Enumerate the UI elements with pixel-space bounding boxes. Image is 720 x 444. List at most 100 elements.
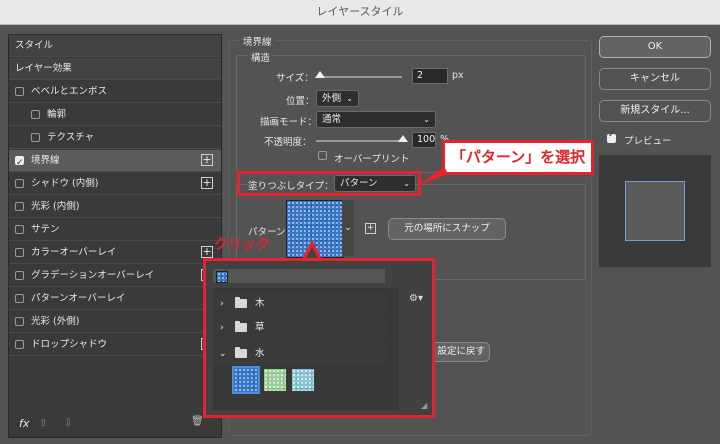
size-input[interactable]: 2 — [412, 68, 448, 84]
fx-button[interactable]: fx — [19, 417, 29, 430]
new-preset-icon[interactable]: + — [365, 223, 376, 234]
ok-button[interactable]: OK — [599, 36, 711, 58]
pattern-swatch-water-3[interactable] — [292, 369, 314, 391]
preview-square — [625, 181, 685, 241]
effect-row[interactable]: ドロップシャドウ+ — [9, 334, 221, 356]
size-unit: px — [452, 70, 464, 81]
chevron-down-icon: ⌄ — [346, 94, 353, 103]
effect-checkbox[interactable] — [31, 133, 40, 142]
preview-checkbox[interactable] — [607, 130, 616, 143]
stroke-title: 境界線 — [240, 34, 275, 48]
select-pattern-callout: 「パターン」を選択 — [442, 140, 594, 175]
effect-checkbox[interactable] — [15, 225, 24, 234]
move-up-icon[interactable]: ⇧ — [39, 418, 47, 429]
effects-header[interactable]: レイヤー効果 — [9, 58, 221, 80]
opacity-slider-knob[interactable] — [398, 135, 408, 142]
effect-label: 境界線 — [31, 155, 60, 166]
effect-checkbox[interactable] — [31, 110, 40, 119]
effect-label: ベベルとエンボス — [31, 86, 108, 97]
cancel-button[interactable]: キャンセル — [599, 68, 711, 90]
effect-label: カラーオーバーレイ — [31, 247, 117, 258]
position-select[interactable]: 外側 ⌄ — [316, 90, 359, 107]
effect-label: ドロップシャドウ — [31, 339, 108, 350]
chevron-down-icon: ⌄ — [219, 349, 227, 359]
effect-checkbox[interactable] — [15, 317, 24, 326]
add-effect-icon[interactable]: + — [201, 154, 213, 166]
pattern-dropdown-arrow[interactable]: ⌄ — [342, 200, 354, 256]
folder-name: 草 — [255, 322, 265, 333]
effect-row[interactable]: ベベルとエンボス — [9, 81, 221, 103]
add-effect-icon[interactable]: + — [201, 246, 213, 258]
blend-mode-label: 描画モード： — [260, 117, 318, 128]
folder-row-grass[interactable]: › 草 — [215, 317, 387, 339]
position-value: 外側 — [322, 93, 342, 104]
trash-icon[interactable]: 🗑 — [191, 416, 204, 427]
folder-icon — [235, 321, 247, 332]
effect-row[interactable]: カラーオーバーレイ + — [9, 242, 221, 264]
effect-row[interactable]: 境界線 + — [9, 150, 221, 174]
overprint-checkbox[interactable] — [318, 151, 327, 160]
pattern-search-bar[interactable] — [213, 269, 385, 283]
blend-mode-select[interactable]: 通常 ⌄ — [316, 111, 436, 128]
fill-type-value: パターン — [340, 178, 378, 189]
effect-label: 輪郭 — [47, 109, 67, 120]
styles-header[interactable]: スタイル — [9, 35, 221, 57]
effect-row[interactable]: シャドウ (内側) + — [9, 173, 221, 195]
effect-checkbox[interactable] — [15, 87, 24, 96]
chevron-right-icon: › — [220, 299, 224, 309]
effect-checkbox[interactable] — [15, 340, 24, 349]
effect-checkbox[interactable] — [15, 294, 24, 303]
pattern-swatch-water-2[interactable] — [264, 369, 286, 391]
opacity-slider-track[interactable] — [316, 140, 406, 142]
size-slider-track[interactable] — [316, 76, 402, 78]
effect-row[interactable]: グラデーションオーバーレイ+ — [9, 265, 221, 287]
folder-row-wood[interactable]: › 木 — [215, 293, 387, 315]
folder-row-water[interactable]: ⌄ 水 — [215, 343, 387, 365]
opacity-input[interactable]: 100 — [412, 132, 436, 148]
chevron-right-icon: › — [220, 323, 224, 333]
pattern-swatch-water-1[interactable] — [232, 366, 260, 394]
size-label: サイズ： — [276, 73, 314, 84]
window-title: レイヤースタイル — [0, 0, 720, 25]
gear-icon[interactable]: ⚙▾ — [409, 293, 423, 304]
structure-title: 構造 — [248, 50, 274, 64]
effect-label: グラデーションオーバーレイ — [31, 270, 155, 281]
folder-name: 水 — [255, 348, 265, 359]
fill-type-label: 塗りつぶしタイプ： — [248, 178, 334, 192]
style-preview — [599, 155, 711, 267]
preview-label: プレビュー — [624, 136, 672, 147]
effect-checkbox[interactable] — [15, 152, 24, 174]
open-folder-icon — [235, 347, 247, 358]
effect-label: テクスチャ — [47, 132, 95, 143]
effect-label: シャドウ (内側) — [31, 178, 99, 189]
pattern-picker-popup: › 木 › 草 ⌄ 水 ⚙▾ ◢ — [203, 258, 435, 418]
effect-checkbox[interactable] — [15, 179, 24, 188]
effect-checkbox[interactable] — [15, 271, 24, 280]
size-slider-knob[interactable] — [315, 71, 325, 78]
effect-row[interactable]: テクスチャ — [9, 127, 221, 149]
fill-type-select[interactable]: パターン ⌄ — [334, 175, 416, 192]
effect-label: 光彩 (外側) — [31, 316, 80, 327]
add-effect-icon[interactable]: + — [201, 177, 213, 189]
effect-label: サテン — [31, 224, 60, 235]
resize-grip-icon[interactable]: ◢ — [421, 401, 427, 410]
chevron-down-icon: ⌄ — [403, 179, 410, 188]
new-style-button[interactable]: 新規スタイル... — [599, 100, 711, 122]
effect-checkbox[interactable] — [15, 202, 24, 211]
effect-checkbox[interactable] — [15, 248, 24, 257]
current-pattern-thumb — [216, 271, 228, 283]
move-down-icon[interactable]: ⇩ — [64, 418, 72, 429]
opacity-label: 不透明度： — [264, 137, 312, 148]
callout-pointer — [418, 166, 448, 186]
effect-row[interactable]: サテン — [9, 219, 221, 241]
folder-name: 木 — [255, 298, 265, 309]
effect-row[interactable]: パターンオーバーレイ — [9, 288, 221, 310]
position-label: 位置： — [286, 96, 315, 107]
effect-row[interactable]: 光彩 (外側) — [9, 311, 221, 333]
effect-label: 光彩 (内側) — [31, 201, 80, 212]
effect-row[interactable]: 光彩 (内側) — [9, 196, 221, 218]
styles-list: スタイル レイヤー効果 ベベルとエンボス輪郭テクスチャ境界線+シャドウ (内側)… — [8, 34, 222, 438]
effect-row[interactable]: 輪郭 — [9, 104, 221, 126]
snap-to-origin-button[interactable]: 元の場所にスナップ — [388, 218, 506, 240]
reset-to-default-button[interactable]: 設定に戻す — [428, 342, 490, 362]
